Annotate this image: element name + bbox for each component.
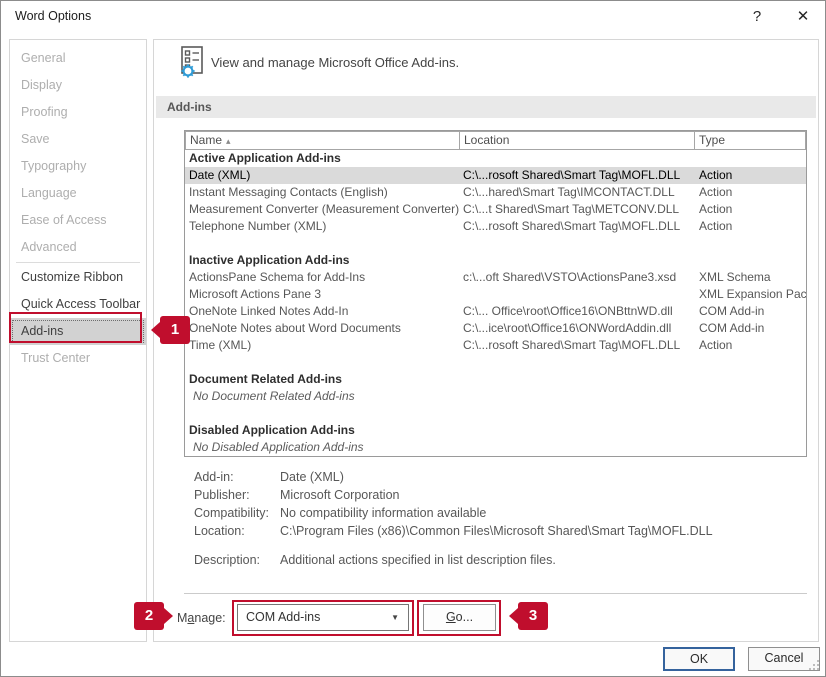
- go-button[interactable]: Go...: [423, 604, 496, 631]
- sidebar-item-save: Save: [10, 126, 146, 153]
- table-row-date-xml[interactable]: Date (XML) C:\...rosoft Shared\Smart Tag…: [185, 167, 806, 184]
- table-row-instant-messaging[interactable]: Instant Messaging Contacts (English) C:\…: [185, 184, 806, 201]
- table-row-telephone-number[interactable]: Telephone Number (XML) C:\...rosoft Shar…: [185, 218, 806, 235]
- table-row-measurement-converter[interactable]: Measurement Converter (Measurement Conve…: [185, 201, 806, 218]
- addins-table: Name▴ Location Type Active Application A…: [184, 130, 807, 457]
- spacer-row: [185, 354, 806, 371]
- column-header-name[interactable]: Name▴: [185, 131, 460, 150]
- sidebar-item-typography: Typography: [10, 153, 146, 180]
- table-row-onenote-notes-word[interactable]: OneNote Notes about Word Documents C:\..…: [185, 320, 806, 337]
- table-row-onenote-linked-notes[interactable]: OneNote Linked Notes Add-In C:\... Offic…: [185, 303, 806, 320]
- sort-ascending-icon: ▴: [226, 136, 231, 146]
- page-description: View and manage Microsoft Office Add-ins…: [211, 55, 459, 70]
- manage-label: Manage:: [177, 605, 226, 631]
- callout-arrow-left-icon: [509, 608, 518, 624]
- sidebar-item-language: Language: [10, 180, 146, 207]
- callout-badge-3: 3: [509, 602, 548, 630]
- sidebar-item-advanced: Advanced: [10, 234, 146, 261]
- manage-divider: [184, 593, 807, 594]
- detail-location: Location: C:\Program Files (x86)\Common …: [194, 522, 713, 540]
- empty-note-disabled: No Disabled Application Add-ins: [185, 439, 806, 456]
- column-header-type[interactable]: Type: [694, 131, 806, 150]
- callout-badge-1: 1: [151, 316, 190, 344]
- ok-button[interactable]: OK: [663, 647, 735, 671]
- detail-publisher: Publisher: Microsoft Corporation: [194, 486, 713, 504]
- sidebar-item-ease-of-access: Ease of Access: [10, 207, 146, 234]
- resize-grip[interactable]: [817, 668, 819, 670]
- callout-badge-2: 2: [134, 602, 173, 630]
- spacer-row: [185, 235, 806, 252]
- dialog-title: Word Options: [15, 9, 91, 23]
- main-panel: View and manage Microsoft Office Add-ins…: [153, 39, 819, 642]
- addins-gear-icon: [176, 45, 208, 84]
- group-header-disabled: Disabled Application Add-ins: [185, 422, 806, 439]
- table-row-actionspane-schema[interactable]: ActionsPane Schema for Add-Ins c:\...oft…: [185, 269, 806, 286]
- title-bar: Word Options ? ✕: [1, 1, 825, 33]
- close-icon[interactable]: ✕: [791, 5, 815, 29]
- callout-box-addins-nav: [9, 312, 142, 343]
- group-header-active: Active Application Add-ins: [185, 150, 806, 167]
- callout-arrow-left-icon: [151, 322, 160, 338]
- callout-arrow-right-icon: [164, 608, 173, 624]
- table-row-time-xml[interactable]: Time (XML) C:\...rosoft Shared\Smart Tag…: [185, 337, 806, 354]
- sidebar-item-proofing: Proofing: [10, 99, 146, 126]
- sidebar-item-trust-center: Trust Center: [10, 345, 146, 372]
- spacer-row: [185, 405, 806, 422]
- manage-dropdown[interactable]: COM Add-ins ▼: [237, 604, 409, 631]
- detail-description: Description: Additional actions specifie…: [194, 551, 713, 569]
- table-header-row: Name▴ Location Type: [185, 131, 806, 150]
- group-header-inactive: Inactive Application Add-ins: [185, 252, 806, 269]
- chevron-down-icon: ▼: [391, 605, 399, 630]
- sidebar-item-customize-ribbon[interactable]: Customize Ribbon: [10, 264, 146, 291]
- empty-note-document-related: No Document Related Add-ins: [185, 388, 806, 405]
- addin-details: Add-in: Date (XML) Publisher: Microsoft …: [194, 468, 713, 569]
- sidebar-divider: [16, 262, 140, 263]
- detail-compatibility: Compatibility: No compatibility informat…: [194, 504, 713, 522]
- column-header-location[interactable]: Location: [459, 131, 695, 150]
- addins-section-header: Add-ins: [156, 96, 816, 118]
- sidebar-item-display: Display: [10, 72, 146, 99]
- group-header-document-related: Document Related Add-ins: [185, 371, 806, 388]
- manage-dropdown-value: COM Add-ins: [246, 610, 320, 624]
- help-icon[interactable]: ?: [745, 5, 769, 29]
- cancel-button[interactable]: Cancel: [748, 647, 820, 671]
- word-options-dialog: Word Options ? ✕ General Display Proofin…: [0, 0, 826, 677]
- sidebar-item-general: General: [10, 45, 146, 72]
- table-row-microsoft-actions-pane-3[interactable]: Microsoft Actions Pane 3 XML Expansion P…: [185, 286, 806, 303]
- detail-addin: Add-in: Date (XML): [194, 468, 713, 486]
